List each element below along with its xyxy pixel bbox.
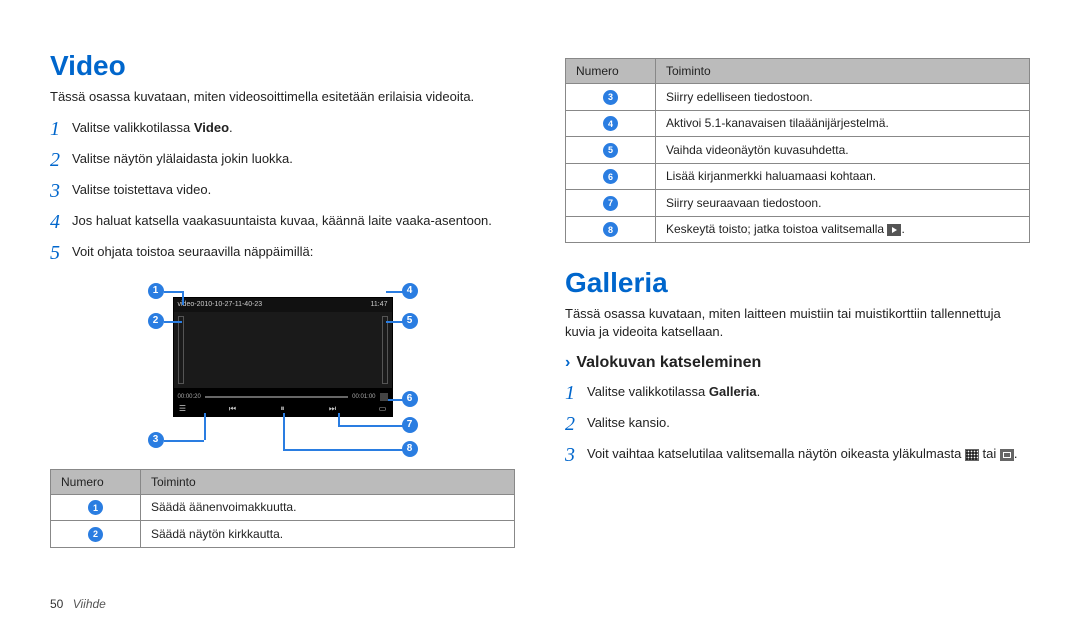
row-number-icon: 6 <box>603 169 618 184</box>
row-text: Lisää kirjanmerkki haluamaasi kohtaan. <box>656 163 1030 190</box>
subheading-text: Valokuvan katseleminen <box>576 354 761 372</box>
video-player-diagram: video-2010-10-27-11-40-23 11:47 00:00:20… <box>128 277 438 457</box>
step-text: Valitse valikkotilassa Video. <box>72 116 233 137</box>
row-text: Säädä näytön kirkkautta. <box>141 521 515 548</box>
heading-galleria: Galleria <box>565 267 1030 299</box>
th-function: Toiminto <box>656 59 1030 84</box>
row-number-icon: 5 <box>603 143 618 158</box>
video-player: video-2010-10-27-11-40-23 11:47 00:00:20… <box>173 297 393 417</box>
step-1: 1 Valitse valikkotilassa Video. <box>50 116 515 143</box>
row-text: Aktivoi 5.1-kanavaisen tilaäänijärjestel… <box>656 110 1030 137</box>
step-3: 3 Valitse toistettava video. <box>50 178 515 205</box>
table-row: 7 Siirry seuraavaan tiedostoon. <box>566 190 1030 217</box>
row-text: Vaihda videonäytön kuvasuhdetta. <box>656 137 1030 164</box>
step-5: 5 Voit ohjata toistoa seuraavilla näppäi… <box>50 240 515 267</box>
seek-track <box>205 396 348 398</box>
prev-icon: ⏮ <box>228 404 238 414</box>
g-step-2: 2 Valitse kansio. <box>565 411 1030 438</box>
next-icon: ⏭ <box>328 404 338 414</box>
table-row: 4 Aktivoi 5.1-kanavaisen tilaäänijärjest… <box>566 110 1030 137</box>
step-text: Jos haluat katsella vaakasuuntaista kuva… <box>72 209 492 230</box>
row-text: Keskeytä toisto; jatka toistoa valitsema… <box>656 216 1030 243</box>
step-2: 2 Valitse näytön ylälaidasta jokin luokk… <box>50 147 515 174</box>
callout-3: 3 <box>148 432 164 448</box>
callout-5: 5 <box>402 313 418 329</box>
bookmark-icon <box>380 393 388 401</box>
row-number-icon: 2 <box>88 527 103 542</box>
callout-8: 8 <box>402 441 418 457</box>
right-table: Numero Toiminto 3 Siirry edelliseen tied… <box>565 58 1030 243</box>
table-row: 8 Keskeytä toisto; jatka toistoa valitse… <box>566 216 1030 243</box>
step-4: 4 Jos haluat katsella vaakasuuntaista ku… <box>50 209 515 236</box>
volume-slider <box>178 316 184 384</box>
step-text: Valitse valikkotilassa Galleria. <box>587 380 760 401</box>
brightness-slider <box>382 316 388 384</box>
step-number: 2 <box>50 147 72 174</box>
page-footer: 50 Viihde <box>50 597 106 611</box>
step-text: Valitse näytön ylälaidasta jokin luokka. <box>72 147 293 168</box>
step-text: Valitse kansio. <box>587 411 670 432</box>
step-text: Voit ohjata toistoa seuraavilla näppäimi… <box>72 240 313 261</box>
step-text: Valitse toistettava video. <box>72 178 211 199</box>
table-row: 5 Vaihda videonäytön kuvasuhdetta. <box>566 137 1030 164</box>
step-number: 3 <box>565 442 587 469</box>
step-number: 3 <box>50 178 72 205</box>
time-total: 00:01:00 <box>352 394 375 400</box>
row-text: Siirry edelliseen tiedostoon. <box>656 84 1030 111</box>
table-row: 2 Säädä näytön kirkkautta. <box>51 521 515 548</box>
left-table: Numero Toiminto 1 Säädä äänenvoimakkuutt… <box>50 469 515 548</box>
step-text: Voit vaihtaa katselutilaa valitsemalla n… <box>587 442 1018 463</box>
video-intro: Tässä osassa kuvataan, miten videosoitti… <box>50 88 515 106</box>
th-number: Numero <box>566 59 656 84</box>
table-row: 6 Lisää kirjanmerkki haluamaasi kohtaan. <box>566 163 1030 190</box>
page-number: 50 <box>50 597 63 611</box>
row-number-icon: 4 <box>603 116 618 131</box>
subheading: › Valokuvan katseleminen <box>565 354 1030 372</box>
th-function: Toiminto <box>141 469 515 494</box>
row-number-icon: 1 <box>88 500 103 515</box>
galleria-intro: Tässä osassa kuvataan, miten laitteen mu… <box>565 305 1030 340</box>
table-row: 3 Siirry edelliseen tiedostoon. <box>566 84 1030 111</box>
row-text: Siirry seuraavaan tiedostoon. <box>656 190 1030 217</box>
step-number: 4 <box>50 209 72 236</box>
section-name: Viihde <box>73 597 106 611</box>
time-elapsed: 00:00:20 <box>178 394 201 400</box>
callout-2: 2 <box>148 313 164 329</box>
table-row: 1 Säädä äänenvoimakkuutta. <box>51 494 515 521</box>
callout-4: 4 <box>402 283 418 299</box>
row-number-icon: 7 <box>603 196 618 211</box>
row-number-icon: 3 <box>603 90 618 105</box>
callout-7: 7 <box>402 417 418 433</box>
callout-6: 6 <box>402 391 418 407</box>
row-text: Säädä äänenvoimakkuutta. <box>141 494 515 521</box>
heading-video: Video <box>50 50 515 82</box>
video-clock: 11:47 <box>371 301 388 308</box>
callout-1: 1 <box>148 283 164 299</box>
aspect-icon: ▭ <box>378 404 388 414</box>
grid-view-icon <box>965 449 979 461</box>
step-number: 1 <box>565 380 587 407</box>
chevron-right-icon: › <box>565 354 570 372</box>
step-number: 2 <box>565 411 587 438</box>
step-number: 5 <box>50 240 72 267</box>
step-number: 1 <box>50 116 72 143</box>
surround-icon: ☰ <box>178 404 188 414</box>
th-number: Numero <box>51 469 141 494</box>
card-view-icon <box>1000 449 1014 461</box>
play-icon <box>887 224 901 236</box>
video-filename: video-2010-10-27-11-40-23 <box>178 301 263 308</box>
g-step-1: 1 Valitse valikkotilassa Galleria. <box>565 380 1030 407</box>
g-step-3: 3 Voit vaihtaa katselutilaa valitsemalla… <box>565 442 1030 469</box>
row-number-icon: 8 <box>603 222 618 237</box>
